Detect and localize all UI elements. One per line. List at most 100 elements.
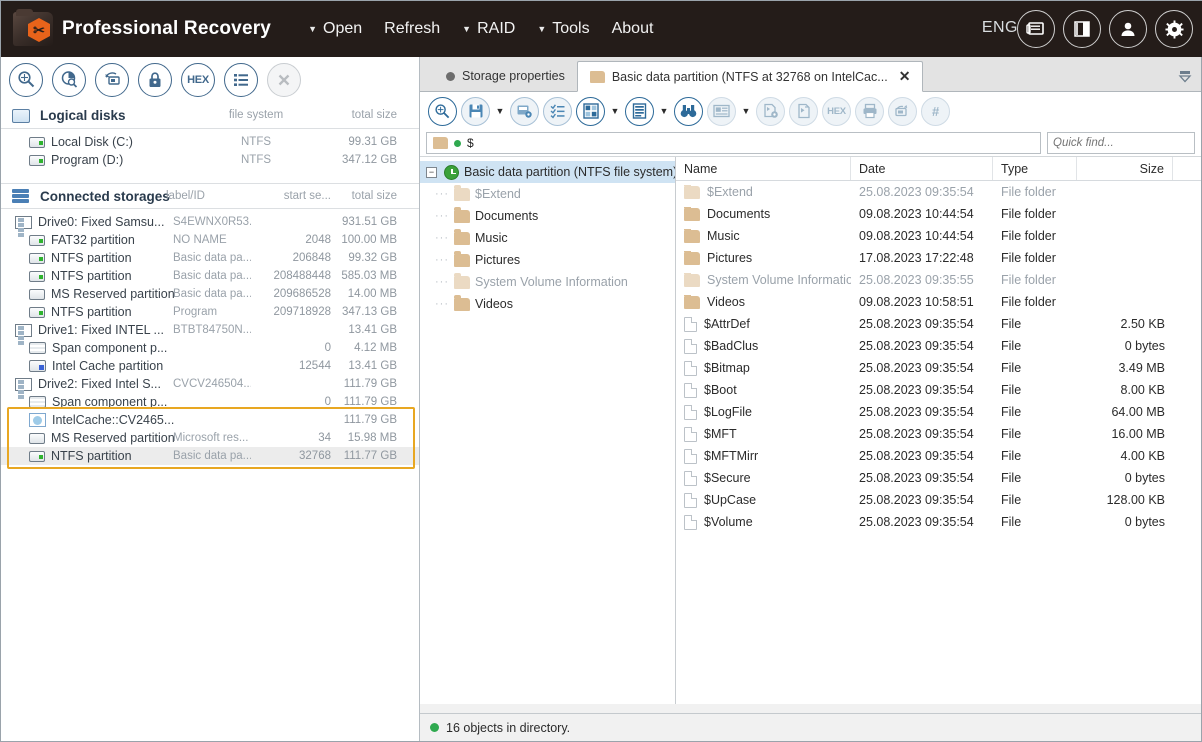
col-header-date[interactable]: Date [851,157,993,180]
table-row[interactable]: $Bitmap 25.08.2023 09:35:54 File 3.49 MB [676,357,1201,379]
tree-node[interactable]: ··· $Extend [420,183,675,205]
tree-node[interactable]: ··· Music [420,227,675,249]
table-row[interactable]: Music 09.08.2023 10:44:54 File folder [676,225,1201,247]
disk-image-icon[interactable] [95,62,129,97]
checklist-icon[interactable] [543,96,572,126]
lock-icon[interactable] [138,62,172,97]
disk-analysis-icon[interactable] [52,62,86,97]
storage-row[interactable]: Intel Cache partition 12544 13.41 GB [1,357,419,375]
table-row[interactable]: $Volume 25.08.2023 09:35:54 File 0 bytes [676,511,1201,533]
quick-find-box[interactable] [1047,132,1202,154]
caret-down-icon[interactable]: ▼ [494,106,506,116]
menu-item-tools[interactable]: ▼ Tools [526,16,600,42]
panel-layout-icon[interactable] [1063,10,1101,48]
table-row[interactable]: $UpCase 25.08.2023 09:35:54 File 128.00 KB [676,489,1201,511]
settings-gear-icon[interactable] [1155,10,1193,48]
find-magnifier-icon[interactable] [428,96,457,126]
drive-icon [15,323,32,345]
collapse-expander-icon[interactable]: − [426,166,437,178]
table-row[interactable]: System Volume Information 25.08.2023 09:3… [676,269,1201,291]
storage-row[interactable]: Span component p... 0 4.12 MB [1,339,419,357]
storage-row[interactable]: NTFS partition Program 209718928 347.13 GB [1,303,419,321]
preview-pane-icon[interactable] [707,96,736,126]
menu-item-raid[interactable]: ▼ RAID [451,16,526,42]
hex-editor-icon[interactable]: HEX [181,62,215,97]
logical-disk-row[interactable]: Program (D:) NTFS 347.12 GB [1,151,419,169]
connected-storages-header: Connected storages label/ID start se... … [1,183,419,209]
tree-node[interactable]: ··· Pictures [420,249,675,271]
hex-view-icon[interactable]: HEX [822,96,851,126]
export-icon[interactable] [888,96,917,126]
language-indicator[interactable]: ENG [982,19,1018,37]
cell-date: 25.08.2023 09:35:54 [859,383,974,397]
cell-name: $Bitmap [676,360,851,376]
print-icon[interactable] [855,96,884,126]
logical-disks-header: Logical disks file system total size [1,103,419,129]
caret-down-icon[interactable]: ▼ [658,106,670,116]
storage-row[interactable]: NTFS partition Basic data pa... 32768 111.7… [1,447,419,465]
storage-name: Intel Cache partition [29,359,163,373]
tree-node[interactable]: ··· Videos [420,293,675,315]
quick-find-input[interactable] [1048,137,1202,149]
storage-total-size: 4.12 MB [354,342,397,354]
storage-row[interactable]: Drive2: Fixed Intel S... CVCV246504... 111… [1,375,419,399]
caret-down-icon[interactable]: ▼ [740,106,752,116]
tab-basic-data-partition[interactable]: Basic data partition (NTFS at 32768 on I… [576,61,924,92]
number-icon[interactable]: # [921,96,950,126]
chevron-down-icon[interactable] [1175,66,1195,86]
logical-disk-row[interactable]: Local Disk (C:) NTFS 99.31 GB [1,133,419,151]
storage-row[interactable]: Span component p... 0 111.79 GB [1,393,419,411]
file-name-label: $AttrDef [704,317,750,331]
storage-row[interactable]: FAT32 partition NO NAME 2048 100.00 MB [1,231,419,249]
menu-item-refresh[interactable]: Refresh [373,16,451,42]
cell-type: File [1001,471,1022,485]
storage-row[interactable]: MS Reserved partition Microsoft res... 34 1… [1,429,419,447]
cell-name: $Boot [676,382,851,398]
storage-name: MS Reserved partition [29,431,175,445]
table-row[interactable]: Pictures 17.08.2023 17:22:48 File folder [676,247,1201,269]
menu-item-about[interactable]: About [601,16,665,42]
table-row[interactable]: $Secure 25.08.2023 09:35:54 File 0 bytes [676,467,1201,489]
table-row[interactable]: $MFTMirr 25.08.2023 09:35:54 File 4.00 KB [676,445,1201,467]
tab-storage-properties[interactable]: Storage properties [434,61,577,91]
copy-settings-icon[interactable] [756,96,785,126]
col-header-name[interactable]: Name [676,157,851,180]
path-breadcrumb[interactable]: $ [426,132,1041,154]
storage-row[interactable]: Drive0: Fixed Samsu... S4EWNX0R53... 931.5… [1,213,419,237]
save-disk-icon[interactable] [461,96,490,126]
table-row[interactable]: Videos 09.08.2023 10:58:51 File folder [676,291,1201,313]
cell-type: File [1001,493,1022,507]
storage-row[interactable]: Drive1: Fixed INTEL ... BTBT84750N... 13.4… [1,321,419,345]
grid-layout-icon[interactable] [576,96,605,126]
table-row[interactable]: $AttrDef 25.08.2023 09:35:54 File 2.50 KB [676,313,1201,335]
caret-down-icon[interactable]: ▼ [609,106,621,116]
user-account-icon[interactable] [1109,10,1147,48]
table-row[interactable]: $LogFile 25.08.2023 09:35:54 File 64.00 MB [676,401,1201,423]
list-detail-icon[interactable] [625,96,654,126]
save-settings-icon[interactable] [510,96,539,126]
storage-row[interactable]: NTFS partition Basic data pa... 208488448 5… [1,267,419,285]
table-row[interactable]: $Boot 25.08.2023 09:35:54 File 8.00 KB [676,379,1201,401]
table-row[interactable]: Documents 09.08.2023 10:44:54 File folder [676,203,1201,225]
folder-icon [454,185,470,201]
list-view-icon[interactable] [224,62,258,97]
find-magnifier-icon[interactable] [9,62,43,97]
cell-date: 25.08.2023 09:35:54 [859,493,974,507]
tree-node[interactable]: ··· System Volume Information [420,271,675,293]
menu-item-open[interactable]: ▼ Open [297,16,373,42]
storage-row[interactable]: MS Reserved partition Basic data pa... 209… [1,285,419,303]
col-header-size[interactable]: Size [1077,157,1173,180]
close-icon[interactable]: ✕ [899,68,911,85]
table-row[interactable]: $BadClus 25.08.2023 09:35:54 File 0 bytes [676,335,1201,357]
binoculars-search-icon[interactable] [674,96,703,126]
storage-row[interactable]: NTFS partition Basic data pa... 206848 99.3… [1,249,419,267]
windows-icon[interactable] [1017,10,1055,48]
storage-row[interactable]: IntelCache::CV2465... 111.79 GB [1,411,419,429]
copy-file-icon[interactable] [789,96,818,126]
tree-node-root[interactable]: − Basic data partition (NTFS file system… [420,161,675,183]
tree-node[interactable]: ··· Documents [420,205,675,227]
col-header-type[interactable]: Type [993,157,1077,180]
table-row[interactable]: $MFT 25.08.2023 09:35:54 File 16.00 MB [676,423,1201,445]
table-row[interactable]: $Extend 25.08.2023 09:35:54 File folder [676,181,1201,203]
storage-name: Drive2: Fixed Intel S... [15,377,161,399]
